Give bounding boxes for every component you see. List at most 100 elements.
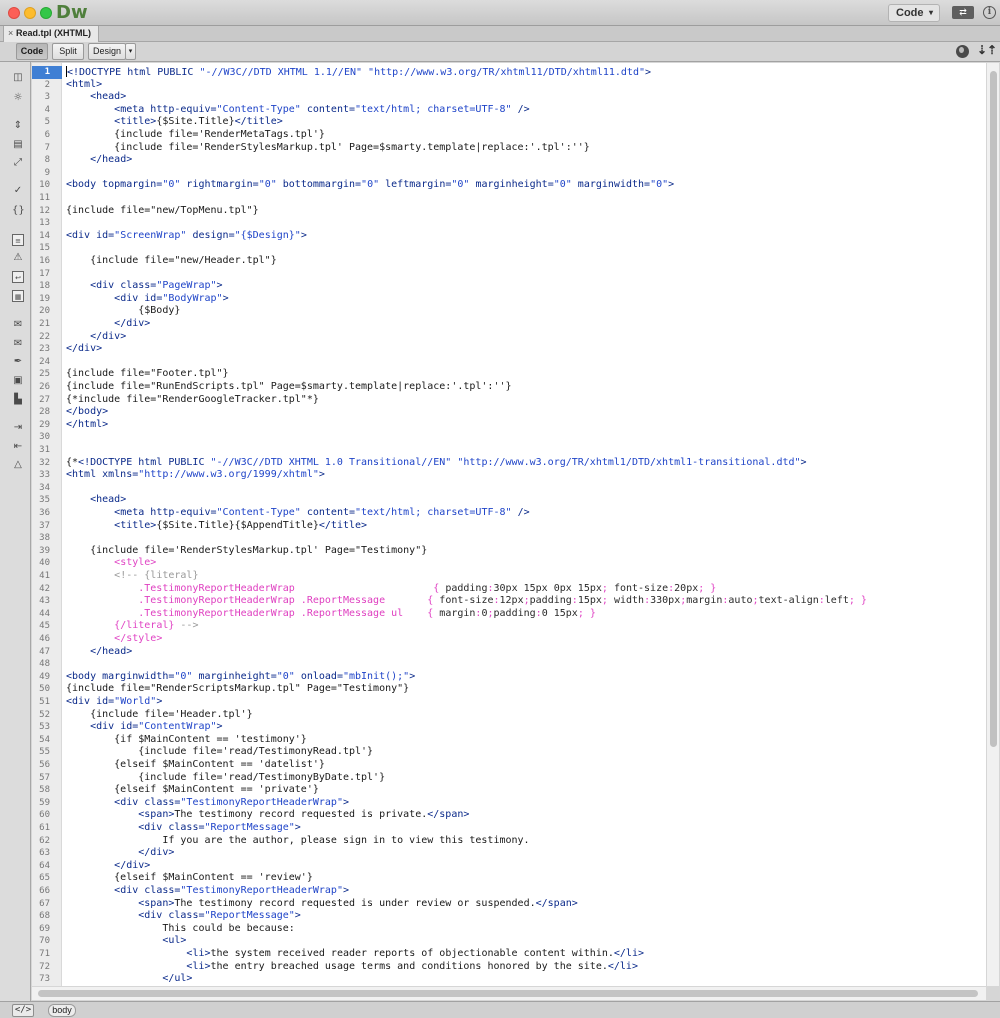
code-line[interactable]: 49 <body marginwidth="0" marginheight="0"…: [32, 671, 986, 684]
code-line[interactable]: 39 {include file='RenderStylesMarkup.tpl…: [32, 545, 986, 558]
code-line[interactable]: 70 <ul>: [32, 935, 986, 948]
code-tag-button[interactable]: </>: [12, 1004, 34, 1017]
code-line[interactable]: 35 <head>: [32, 494, 986, 507]
code-line[interactable]: 12 {include file="new/TopMenu.tpl"}: [32, 205, 986, 218]
code-line[interactable]: 48: [32, 658, 986, 671]
code-line[interactable]: 1 <!DOCTYPE html PUBLIC "-//W3C//DTD XHTM…: [32, 66, 986, 79]
code-line[interactable]: 71 <li>the system received reader report…: [32, 948, 986, 961]
code-line[interactable]: 42 .TestimonyReportHeaderWrap { padding:…: [32, 583, 986, 596]
line-numbers-icon[interactable]: ≡: [12, 234, 24, 246]
braces-icon[interactable]: {}: [12, 205, 25, 217]
code-line[interactable]: 18 <div class="PageWrap">: [32, 280, 986, 293]
code-line[interactable]: 68 <div class="ReportMessage">: [32, 910, 986, 923]
code-line[interactable]: 61 <div class="ReportMessage">: [32, 822, 986, 835]
code-line[interactable]: 69 This could be because:: [32, 923, 986, 936]
code-line[interactable]: 31: [32, 444, 986, 457]
code-line[interactable]: 34: [32, 482, 986, 495]
code-line[interactable]: 66 <div class="TestimonyReportHeaderWrap…: [32, 885, 986, 898]
code-line[interactable]: 24: [32, 356, 986, 369]
code-line[interactable]: 3 <head>: [32, 91, 986, 104]
horizontal-scroll-thumb[interactable]: [38, 990, 978, 997]
code-line[interactable]: 20 {$Body}: [32, 305, 986, 318]
code-line[interactable]: 72 <li>the entry breached usage terms an…: [32, 961, 986, 974]
code-line[interactable]: 17: [32, 268, 986, 281]
highlight-invalid-icon[interactable]: ⚠: [12, 252, 24, 264]
expand-icon[interactable]: ⇕: [12, 120, 24, 132]
code-line[interactable]: 44 .TestimonyReportHeaderWrap .ReportMes…: [32, 608, 986, 621]
select-parent-icon[interactable]: ✓: [12, 185, 24, 197]
code-editor[interactable]: 1 <!DOCTYPE html PUBLIC "-//W3C//DTD XHTM…: [32, 63, 986, 986]
close-window-button[interactable]: [8, 7, 20, 19]
code-line[interactable]: 33 <html xmlns="http://www.w3.org/1999/xh…: [32, 469, 986, 482]
code-line[interactable]: 2 <html>: [32, 79, 986, 92]
horizontal-scrollbar[interactable]: [32, 986, 986, 1000]
code-line[interactable]: 41 <!-- {literal}: [32, 570, 986, 583]
uncomment-icon[interactable]: ✉: [12, 338, 24, 350]
move-css-icon[interactable]: ▙: [12, 394, 24, 406]
sync-settings-icon[interactable]: ⇄: [952, 6, 974, 19]
code-line[interactable]: 8 </head>: [32, 154, 986, 167]
code-line[interactable]: 22 </div>: [32, 331, 986, 344]
code-line[interactable]: 46 </style>: [32, 633, 986, 646]
code-line[interactable]: 36 <meta http-equiv="Content-Type" conte…: [32, 507, 986, 520]
outdent-icon[interactable]: ⇤: [12, 441, 24, 453]
collapse-icon[interactable]: ⤢: [12, 157, 24, 169]
code-line[interactable]: 55 {include file='read/TestimonyRead.tpl…: [32, 746, 986, 759]
close-icon[interactable]: ×: [8, 26, 13, 41]
code-line[interactable]: 51 <div id="World">: [32, 696, 986, 709]
code-line[interactable]: 7 {include file='RenderStylesMarkup.tpl'…: [32, 142, 986, 155]
code-line[interactable]: 52 {include file='Header.tpl'}: [32, 709, 986, 722]
syntax-color-icon[interactable]: ▦: [12, 290, 24, 302]
workspace-switcher[interactable]: Code ▾: [888, 4, 940, 22]
format-source-icon[interactable]: △: [12, 459, 24, 471]
code-line[interactable]: 64 </div>: [32, 860, 986, 873]
code-line[interactable]: 32 {*<!DOCTYPE html PUBLIC "-//W3C//DTD X…: [32, 457, 986, 470]
select-block-icon[interactable]: ▤: [12, 139, 24, 151]
code-line[interactable]: 60 <span>The testimony record requested …: [32, 809, 986, 822]
code-line[interactable]: 57 {include file='read/TestimonyByDate.t…: [32, 772, 986, 785]
code-line[interactable]: 15: [32, 242, 986, 255]
code-line[interactable]: 21 </div>: [32, 318, 986, 331]
code-line[interactable]: 47 </head>: [32, 646, 986, 659]
code-view-button[interactable]: Code: [16, 43, 48, 60]
code-line[interactable]: 45 {/literal} -->: [32, 620, 986, 633]
code-line[interactable]: 19 <div id="BodyWrap">: [32, 293, 986, 306]
code-line[interactable]: 5 <title>{$Site.Title}</title>: [32, 116, 986, 129]
vertical-scroll-thumb[interactable]: [990, 71, 997, 747]
code-line[interactable]: 73 </ul>: [32, 973, 986, 986]
code-line[interactable]: 43 .TestimonyReportHeaderWrap .ReportMes…: [32, 595, 986, 608]
code-line[interactable]: 25 {include file="Footer.tpl"}: [32, 368, 986, 381]
code-line[interactable]: 14 <div id="ScreenWrap" design="{$Design}…: [32, 230, 986, 243]
recent-snippets-icon[interactable]: ▣: [12, 375, 24, 387]
code-line[interactable]: 27 {*include file="RenderGoogleTracker.tp…: [32, 394, 986, 407]
code-line[interactable]: 9: [32, 167, 986, 180]
preview-in-browser-icon[interactable]: [956, 45, 969, 58]
zoom-window-button[interactable]: [40, 7, 52, 19]
code-line[interactable]: 4 <meta http-equiv="Content-Type" conten…: [32, 104, 986, 117]
code-line[interactable]: 62 If you are the author, please sign in…: [32, 835, 986, 848]
code-line[interactable]: 23 </div>: [32, 343, 986, 356]
code-line[interactable]: 59 <div class="TestimonyReportHeaderWrap…: [32, 797, 986, 810]
code-line[interactable]: 11: [32, 192, 986, 205]
code-line[interactable]: 37 <title>{$Site.Title}{$AppendTitle}</t…: [32, 520, 986, 533]
comment-icon[interactable]: ✉: [12, 319, 24, 331]
vertical-scrollbar[interactable]: [986, 63, 999, 986]
code-line[interactable]: 13: [32, 217, 986, 230]
split-view-button[interactable]: Split: [52, 43, 84, 60]
code-line[interactable]: 30: [32, 431, 986, 444]
code-line[interactable]: 10 <body topmargin="0" rightmargin="0" bo…: [32, 179, 986, 192]
code-line[interactable]: 50 {include file="RenderScriptsMarkup.tpl…: [32, 683, 986, 696]
tag-breadcrumb-body[interactable]: body: [48, 1004, 76, 1017]
info-icon[interactable]: i: [983, 6, 996, 19]
minimize-window-button[interactable]: [24, 7, 36, 19]
code-line[interactable]: 6 {include file='RenderMetaTags.tpl'}: [32, 129, 986, 142]
document-icon[interactable]: ◫: [12, 72, 24, 84]
code-line[interactable]: 28 </body>: [32, 406, 986, 419]
code-line[interactable]: 63 </div>: [32, 847, 986, 860]
code-line[interactable]: 54 {if $MainContent == 'testimony'}: [32, 734, 986, 747]
indent-icon[interactable]: ⇥: [12, 422, 24, 434]
code-line[interactable]: 67 <span>The testimony record requested …: [32, 898, 986, 911]
file-transfer-icon[interactable]: ⇣⇡: [977, 43, 997, 57]
code-line[interactable]: 16 {include file="new/Header.tpl"}: [32, 255, 986, 268]
wrap-tag-icon[interactable]: ✒: [12, 356, 24, 368]
